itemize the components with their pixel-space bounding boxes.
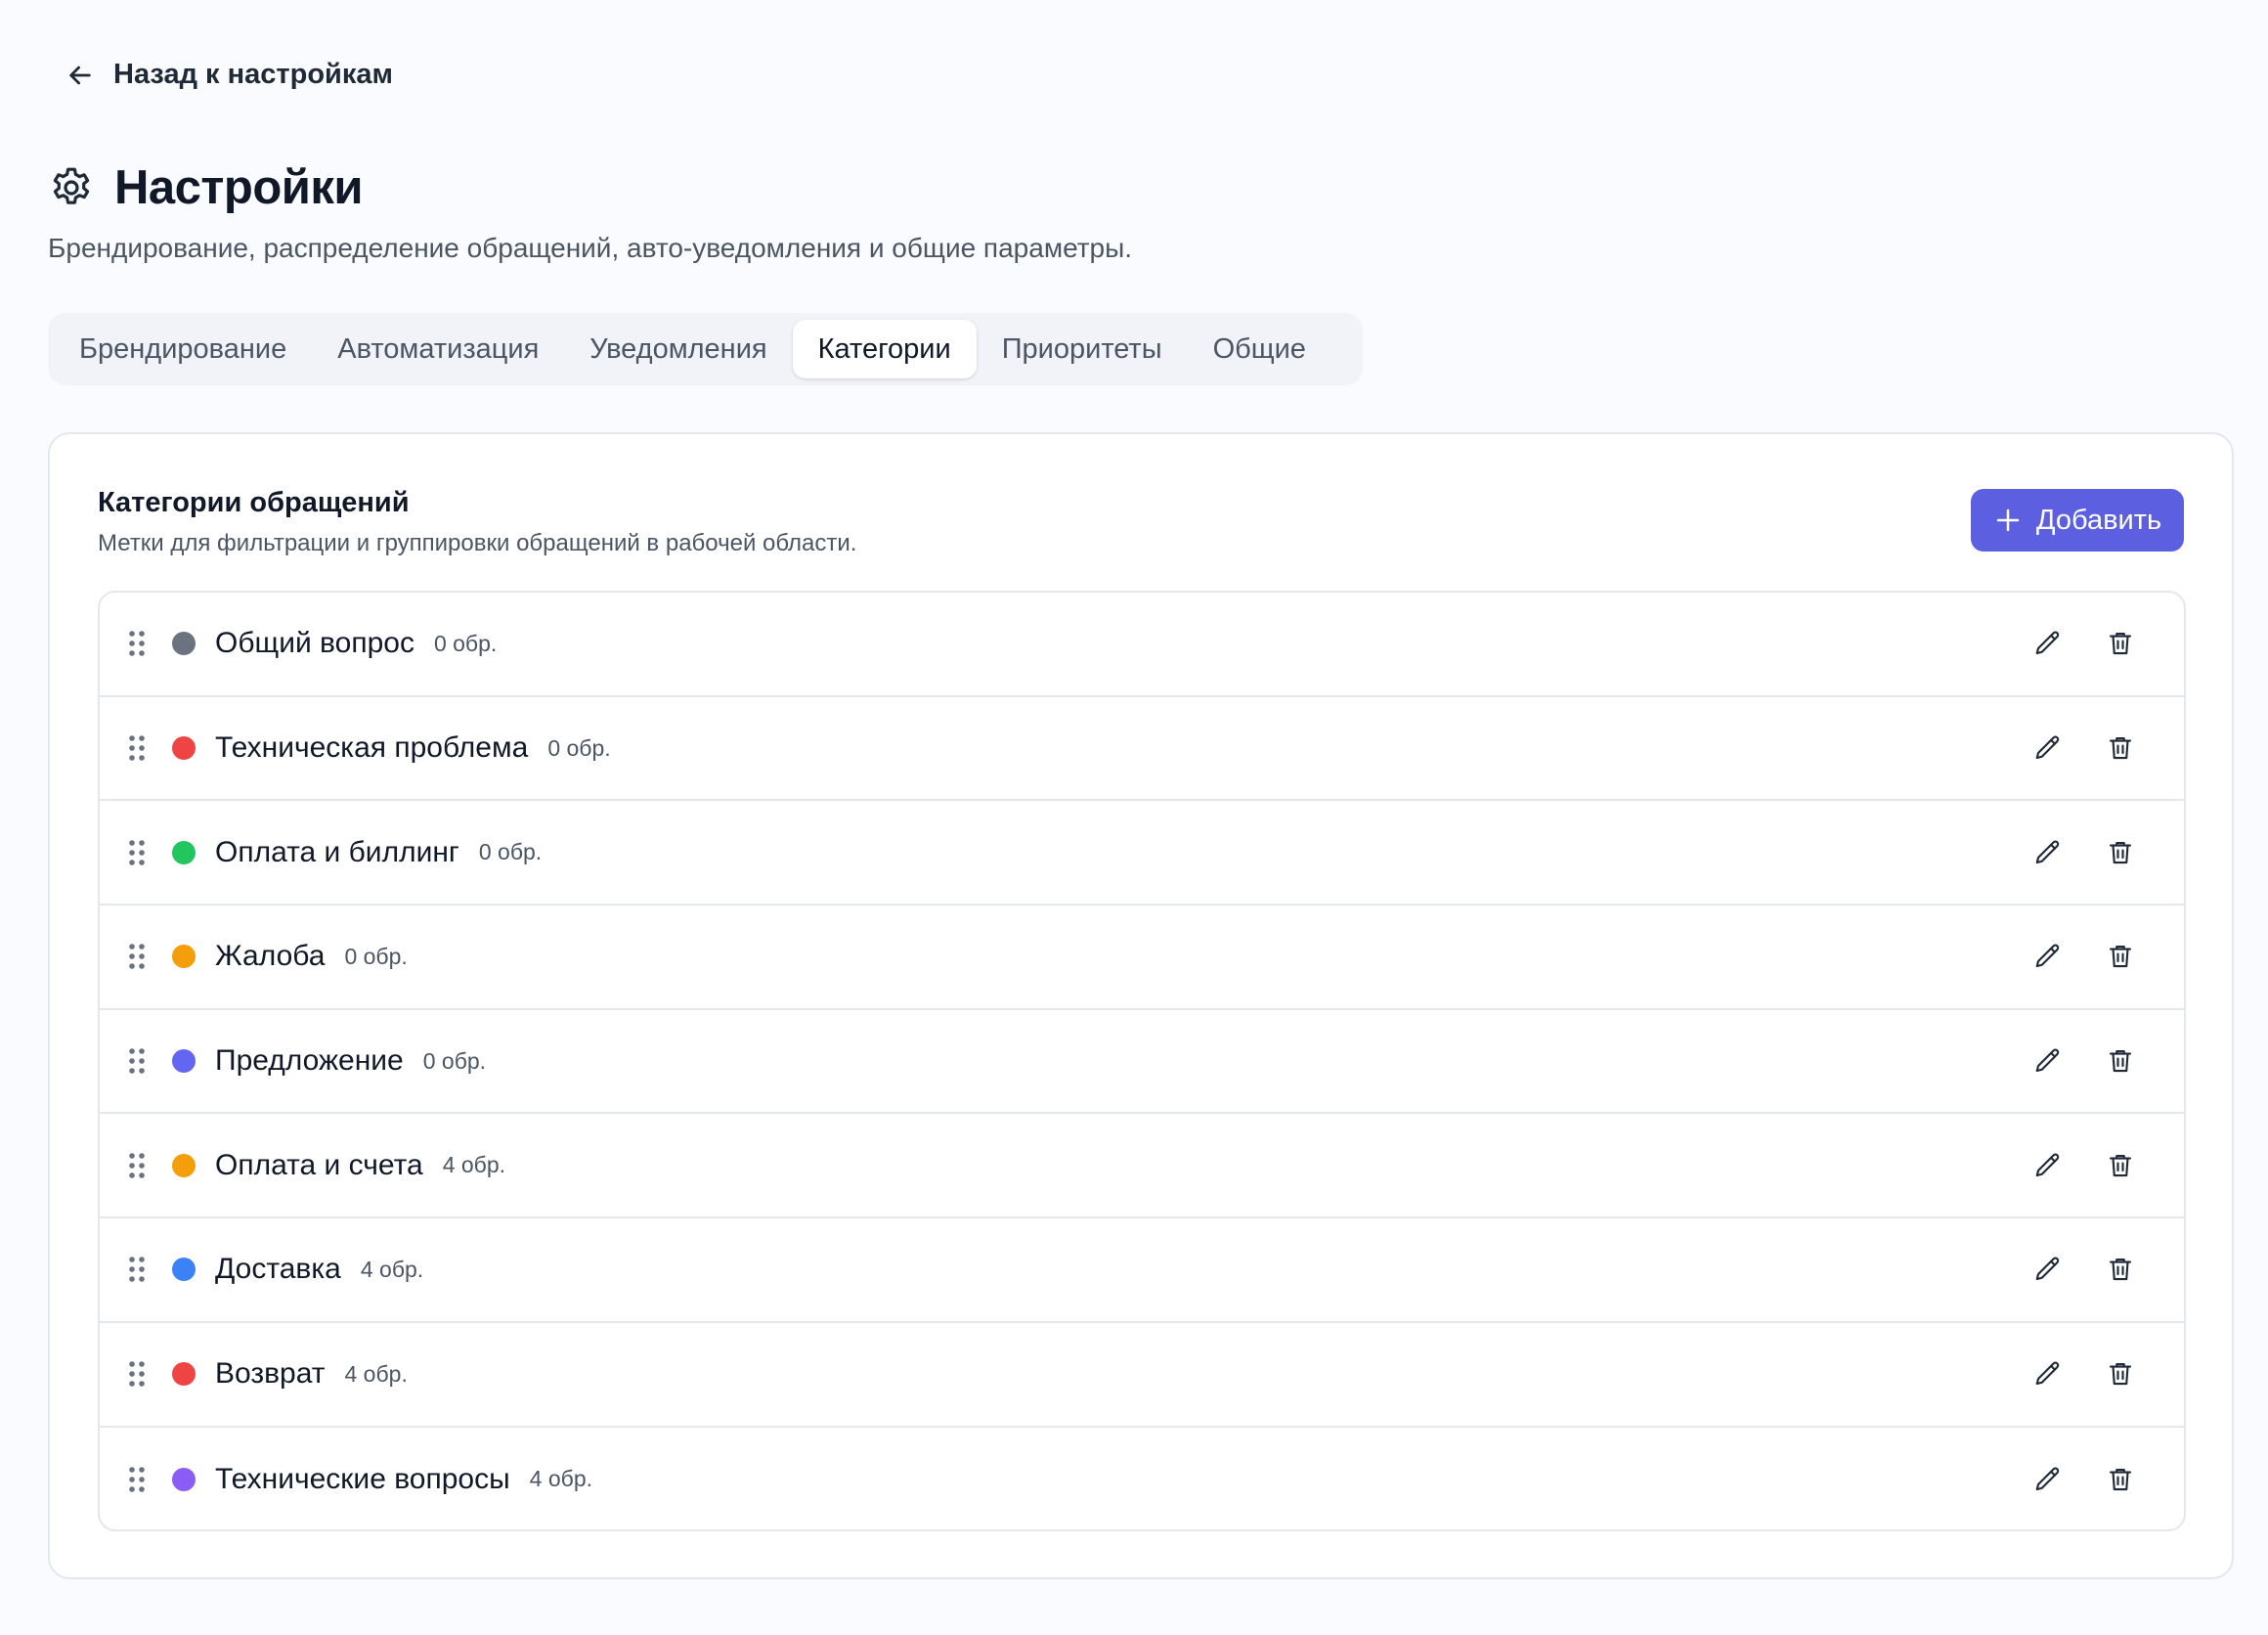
category-count: 4 обр. xyxy=(344,1360,408,1387)
drag-handle-icon[interactable] xyxy=(127,629,147,658)
category-count: 4 обр. xyxy=(529,1466,592,1492)
category-actions xyxy=(2033,1323,2135,1426)
category-actions xyxy=(2033,906,2135,1008)
category-count: 0 обр. xyxy=(547,734,611,761)
arrow-left-icon xyxy=(69,66,91,84)
card-description: Метки для фильтрации и группировки обращ… xyxy=(98,530,857,556)
drag-handle-icon[interactable] xyxy=(127,1151,147,1180)
pencil-icon[interactable] xyxy=(2033,733,2063,763)
add-category-button[interactable]: Добавить xyxy=(1971,489,2184,552)
category-row: Технические вопросы 4 обр. xyxy=(100,1428,2184,1530)
category-name: Общий вопрос xyxy=(215,627,414,660)
categories-card: Категории обращений Метки для фильтрации… xyxy=(48,432,2234,1579)
trash-icon[interactable] xyxy=(2106,1046,2135,1076)
category-color-dot xyxy=(172,1467,196,1491)
category-color-dot xyxy=(172,632,196,656)
trash-icon[interactable] xyxy=(2106,629,2135,658)
tab-general[interactable]: Общие xyxy=(1188,320,1331,378)
page-subtitle: Брендирование, распределение обращений, … xyxy=(48,233,1133,263)
category-color-dot xyxy=(172,1049,196,1074)
trash-icon[interactable] xyxy=(2106,1465,2135,1494)
tab-priorities[interactable]: Приоритеты xyxy=(977,320,1188,378)
trash-icon[interactable] xyxy=(2106,942,2135,971)
pencil-icon[interactable] xyxy=(2033,838,2063,867)
category-name: Возврат xyxy=(215,1357,326,1391)
pencil-icon[interactable] xyxy=(2033,1151,2063,1180)
card-title: Категории обращений xyxy=(98,487,410,518)
category-list: Общий вопрос 0 обр. Техническая проблема… xyxy=(98,591,2186,1531)
category-name: Предложение xyxy=(215,1044,404,1078)
category-row: Оплата и счета 4 обр. xyxy=(100,1114,2184,1219)
category-color-dot xyxy=(172,1258,196,1282)
tab-categories[interactable]: Категории xyxy=(792,320,977,378)
settings-tabs: Брендирование Автоматизация Уведомления … xyxy=(48,313,1363,385)
category-name: Техническая проблема xyxy=(215,731,529,765)
pencil-icon[interactable] xyxy=(2033,942,2063,971)
page-title: Настройки xyxy=(114,161,364,214)
gear-icon xyxy=(53,167,90,204)
category-count: 0 обр. xyxy=(344,943,408,969)
category-count: 4 обр. xyxy=(360,1256,424,1282)
category-color-dot xyxy=(172,840,196,864)
category-actions xyxy=(2033,593,2135,695)
category-count: 0 обр. xyxy=(433,630,498,656)
category-actions xyxy=(2033,697,2135,800)
category-row: Оплата и биллинг 0 обр. xyxy=(100,801,2184,906)
category-row: Доставка 4 обр. xyxy=(100,1218,2184,1323)
category-row: Возврат 4 обр. xyxy=(100,1323,2184,1428)
drag-handle-icon[interactable] xyxy=(127,1359,147,1389)
category-actions xyxy=(2033,1428,2135,1530)
tab-notifications[interactable]: Уведомления xyxy=(564,320,792,378)
drag-handle-icon[interactable] xyxy=(127,942,147,971)
page-header: Настройки xyxy=(48,160,364,215)
drag-handle-icon[interactable] xyxy=(127,1046,147,1076)
tab-branding[interactable]: Брендирование xyxy=(54,320,312,378)
pencil-icon[interactable] xyxy=(2033,1359,2063,1389)
pencil-icon[interactable] xyxy=(2033,1046,2063,1076)
category-color-dot xyxy=(172,1153,196,1177)
category-actions xyxy=(2033,1114,2135,1216)
category-color-dot xyxy=(172,1362,196,1387)
category-name: Доставка xyxy=(215,1253,341,1286)
drag-handle-icon[interactable] xyxy=(127,1465,147,1494)
back-link-label: Назад к настройкам xyxy=(113,59,393,90)
category-row: Общий вопрос 0 обр. xyxy=(100,593,2184,697)
category-row: Техническая проблема 0 обр. xyxy=(100,697,2184,802)
trash-icon[interactable] xyxy=(2106,838,2135,867)
category-name: Жалоба xyxy=(215,940,326,973)
pencil-icon[interactable] xyxy=(2033,1465,2063,1494)
category-actions xyxy=(2033,1218,2135,1321)
category-name: Оплата и биллинг xyxy=(215,835,459,868)
pencil-icon[interactable] xyxy=(2033,629,2063,658)
category-count: 4 обр. xyxy=(442,1152,506,1178)
settings-page: Назад к настройкам Настройки Брендирован… xyxy=(0,0,2268,1635)
category-name: Технические вопросы xyxy=(215,1462,510,1495)
category-name: Оплата и счета xyxy=(215,1148,423,1181)
add-button-label: Добавить xyxy=(2035,504,2162,536)
category-actions xyxy=(2033,801,2135,904)
category-actions xyxy=(2033,1010,2135,1113)
category-color-dot xyxy=(172,736,196,761)
drag-handle-icon[interactable] xyxy=(127,838,147,867)
trash-icon[interactable] xyxy=(2106,1151,2135,1180)
drag-handle-icon[interactable] xyxy=(127,1255,147,1284)
drag-handle-icon[interactable] xyxy=(127,733,147,763)
plus-icon xyxy=(1996,508,2020,532)
category-color-dot xyxy=(172,945,196,969)
back-to-settings-link[interactable]: Назад к настройкам xyxy=(65,59,393,91)
tab-automation[interactable]: Автоматизация xyxy=(312,320,564,378)
category-count: 0 обр. xyxy=(422,1047,487,1074)
category-count: 0 обр. xyxy=(478,839,543,865)
pencil-icon[interactable] xyxy=(2033,1255,2063,1284)
trash-icon[interactable] xyxy=(2106,733,2135,763)
trash-icon[interactable] xyxy=(2106,1359,2135,1389)
category-row: Жалоба 0 обр. xyxy=(100,906,2184,1010)
trash-icon[interactable] xyxy=(2106,1255,2135,1284)
category-row: Предложение 0 обр. xyxy=(100,1010,2184,1115)
